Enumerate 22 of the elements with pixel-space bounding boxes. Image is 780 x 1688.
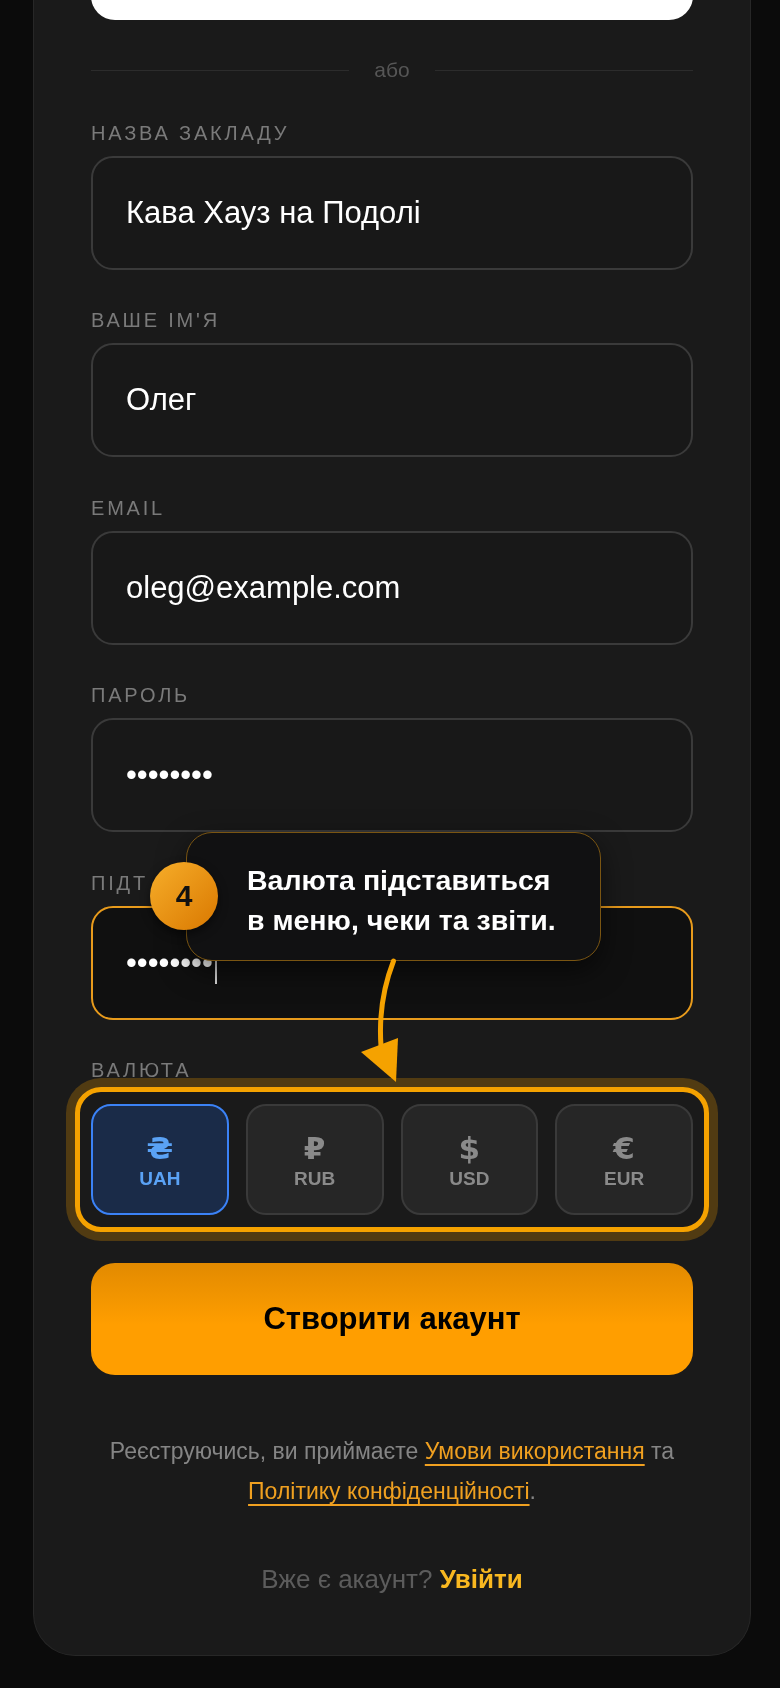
currency-option[interactable]: ₽ RUB bbox=[245, 1104, 384, 1215]
sign-in-link[interactable]: Увійти bbox=[439, 1563, 523, 1594]
input-field[interactable]: Олег bbox=[91, 343, 693, 457]
currency-option[interactable]: ₴ UAH bbox=[91, 1104, 229, 1215]
field-label: НАЗВА ЗАКЛАДУ bbox=[91, 120, 290, 145]
currency-option[interactable]: € EUR bbox=[555, 1104, 693, 1215]
input-field[interactable]: •••••••• bbox=[91, 718, 693, 832]
field-label: ПАРОЛЬ bbox=[91, 683, 190, 707]
input-field[interactable]: oleg@example.com bbox=[91, 530, 693, 645]
text-cursor-icon bbox=[214, 959, 217, 984]
terms-text: Реєструючись, ви приймаєте Умови використання та Політику конфіденційності. bbox=[108, 1436, 676, 1506]
field-label: ВАЛЮТА bbox=[91, 1058, 192, 1082]
field-label: ВАШЕ ІМ'Я bbox=[91, 308, 220, 332]
field-label: ПІДТ bbox=[91, 870, 148, 895]
input-field[interactable]: Кава Хауз на Подолі bbox=[91, 155, 693, 270]
field-label: EMAIL bbox=[91, 495, 166, 520]
terms-link[interactable]: Умови використання bbox=[424, 1437, 645, 1464]
divider-label: або bbox=[374, 58, 410, 82]
login-prompt: Вже є акаунт? Увійти bbox=[260, 1563, 524, 1594]
privacy-link[interactable]: Політику конфіденційності bbox=[248, 1477, 530, 1504]
currency-option[interactable]: $ USD bbox=[400, 1104, 539, 1215]
create-account-button[interactable]: Створити акаунт bbox=[91, 1262, 693, 1375]
